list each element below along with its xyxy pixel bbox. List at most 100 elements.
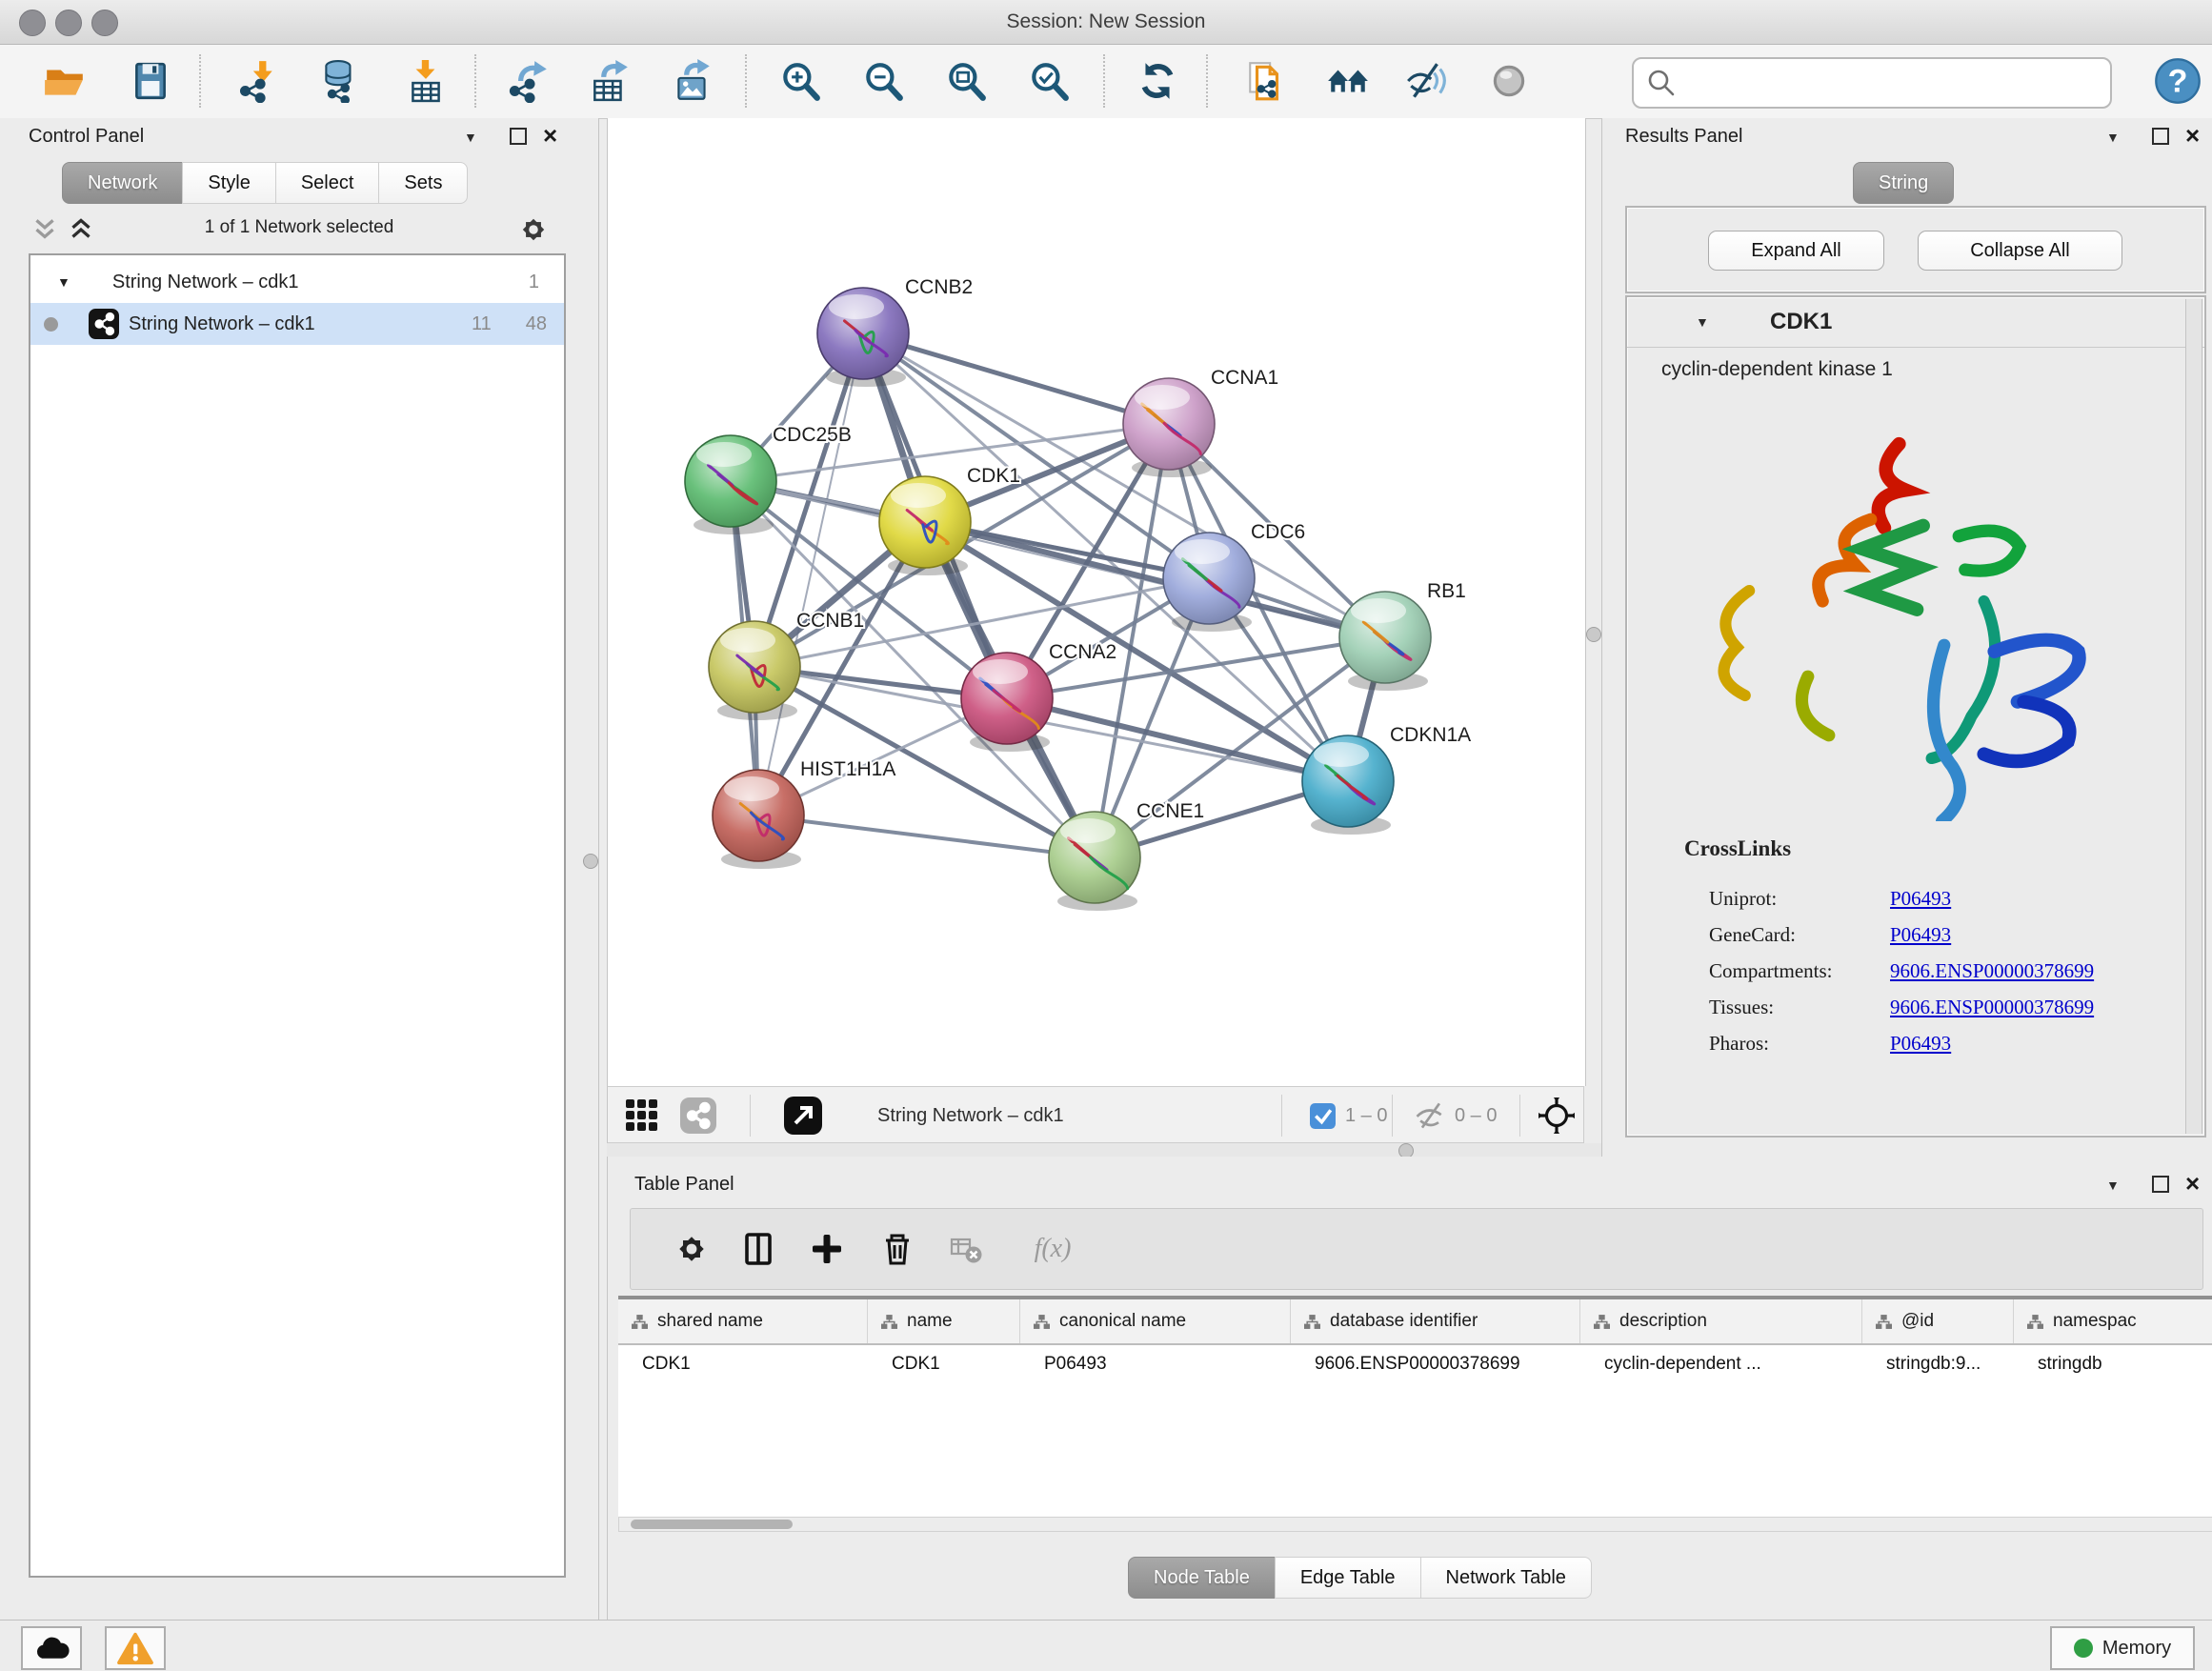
hidden-elements-indicator[interactable]: 0 – 0 xyxy=(1413,1087,1497,1144)
network-node-CDK1[interactable]: CDK1 xyxy=(879,465,1020,575)
zoom-out-button[interactable] xyxy=(855,52,912,110)
control-panel-close-button[interactable]: × xyxy=(543,126,557,145)
table-horizontal-scrollbar[interactable] xyxy=(618,1517,2212,1532)
first-neighbors-button[interactable] xyxy=(1238,52,1296,110)
tab-network-table[interactable]: Network Table xyxy=(1420,1557,1592,1599)
network-node-CCNA2[interactable]: CCNA2 xyxy=(961,641,1116,752)
export-image-button[interactable] xyxy=(664,52,721,110)
collection-caret-icon[interactable]: ▼ xyxy=(57,274,70,290)
network-node-CCNE1[interactable]: CCNE1 xyxy=(1049,800,1204,911)
results-panel-title: Results Panel xyxy=(1625,126,1742,148)
export-network-button[interactable] xyxy=(500,52,557,110)
hide-details-button[interactable] xyxy=(1398,52,1455,110)
show-details-button[interactable] xyxy=(1480,52,1538,110)
table-row[interactable]: CDK1CDK1P064939606.ENSP00000378699cyclin… xyxy=(618,1345,2212,1383)
column-header-shared-name[interactable]: shared name xyxy=(618,1299,868,1343)
nested-networks-button[interactable] xyxy=(1319,52,1377,110)
crosslink-link[interactable]: 9606.ENSP00000378699 xyxy=(1890,959,2094,983)
tab-select[interactable]: Select xyxy=(275,162,380,204)
network-node-CDC6[interactable]: CDC6 xyxy=(1163,521,1305,632)
zoom-selected-button[interactable] xyxy=(1020,52,1077,110)
results-panel-maximize-button[interactable] xyxy=(2152,128,2169,145)
table-cell[interactable]: 9606.ENSP00000378699 xyxy=(1291,1345,1580,1383)
cloud-status-button[interactable] xyxy=(21,1626,82,1670)
network-row-selected[interactable]: String Network – cdk1 11 48 xyxy=(30,303,564,345)
network-node-CDKN1A[interactable]: CDKN1A xyxy=(1302,724,1471,835)
search-field[interactable] xyxy=(1632,57,2112,109)
results-scrollbar[interactable] xyxy=(2185,299,2202,1134)
column-header-database-identifier[interactable]: database identifier xyxy=(1291,1299,1580,1343)
network-edge[interactable] xyxy=(1007,698,1348,781)
selected-nodes-indicator[interactable]: 1 – 0 xyxy=(1310,1087,1387,1144)
birdseye-view-button[interactable] xyxy=(625,1087,659,1144)
expand-all-button[interactable]: Expand All xyxy=(1708,231,1884,271)
delete-column-button[interactable] xyxy=(871,1222,924,1276)
open-session-button[interactable] xyxy=(36,52,93,110)
collapse-all-button[interactable]: Collapse All xyxy=(1918,231,2122,271)
tab-string[interactable]: String xyxy=(1853,162,1954,204)
import-network-from-database-button[interactable] xyxy=(312,52,369,110)
table-panel-maximize-button[interactable] xyxy=(2152,1176,2169,1193)
network-node-RB1[interactable]: RB1 xyxy=(1339,580,1466,691)
column-header-canonical-name[interactable]: canonical name xyxy=(1020,1299,1291,1343)
table-cell[interactable]: P06493 xyxy=(1020,1345,1291,1383)
help-button[interactable]: ? xyxy=(2149,52,2206,110)
results-panel-close-button[interactable]: × xyxy=(2185,126,2200,145)
tab-network[interactable]: Network xyxy=(62,162,183,204)
table-cell[interactable]: CDK1 xyxy=(868,1345,1020,1383)
refresh-layout-button[interactable] xyxy=(1129,52,1186,110)
tab-style[interactable]: Style xyxy=(182,162,275,204)
network-badge-button[interactable] xyxy=(680,1087,716,1144)
network-edge[interactable] xyxy=(863,333,1169,424)
tab-edge-table[interactable]: Edge Table xyxy=(1275,1557,1421,1599)
protein-collapse-caret[interactable]: ▼ xyxy=(1696,314,1709,330)
tab-node-table[interactable]: Node Table xyxy=(1128,1557,1276,1599)
open-in-new-window-button[interactable] xyxy=(784,1087,822,1144)
show-columns-button[interactable] xyxy=(732,1222,785,1276)
left-splitter-handle[interactable] xyxy=(583,854,598,869)
network-node-CCNA1[interactable]: CCNA1 xyxy=(1123,367,1278,477)
network-collection-row[interactable]: ▼ String Network – cdk1 1 xyxy=(30,261,564,303)
fit-selection-button[interactable] xyxy=(1537,1087,1577,1144)
network-share-icon xyxy=(89,309,119,339)
crosslink-link[interactable]: 9606.ENSP00000378699 xyxy=(1890,996,2094,1019)
table-cell[interactable]: CDK1 xyxy=(618,1345,868,1383)
table-cell[interactable]: stringdb xyxy=(2014,1345,2212,1383)
results-panel-float-button[interactable]: ▼ xyxy=(2106,130,2120,145)
right-splitter-handle[interactable] xyxy=(1586,627,1601,642)
column-header-namespac[interactable]: namespac xyxy=(2014,1299,2212,1343)
crosslink-link[interactable]: P06493 xyxy=(1890,1032,1951,1056)
network-node-CCNB2[interactable]: CCNB2 xyxy=(817,276,973,387)
crosslink-link[interactable]: P06493 xyxy=(1890,887,1951,911)
warning-status-button[interactable] xyxy=(105,1626,166,1670)
import-table-button[interactable] xyxy=(397,52,454,110)
memory-button[interactable]: Memory xyxy=(2050,1626,2195,1670)
crosslink-link[interactable]: P06493 xyxy=(1890,923,1951,947)
search-input[interactable] xyxy=(1685,71,2110,94)
table-settings-button[interactable] xyxy=(665,1222,718,1276)
function-builder-button[interactable]: f(x) xyxy=(1010,1222,1096,1276)
scrollbar-thumb[interactable] xyxy=(631,1520,793,1529)
control-panel-maximize-button[interactable] xyxy=(510,128,527,145)
import-network-button[interactable] xyxy=(229,52,286,110)
control-panel-float-button[interactable]: ▼ xyxy=(464,130,477,145)
network-node-CCNB1[interactable]: CCNB1 xyxy=(709,610,864,720)
zoom-fit-button[interactable] xyxy=(937,52,995,110)
create-column-button[interactable] xyxy=(800,1222,854,1276)
column-header-name[interactable]: name xyxy=(868,1299,1020,1343)
table-cell[interactable]: cyclin-dependent ... xyxy=(1580,1345,1862,1383)
network-edge[interactable] xyxy=(758,815,1095,857)
save-session-button[interactable] xyxy=(122,52,179,110)
network-canvas[interactable]: CCNB2CCNA1CDC25BCDK1CDC6RB1CCNB1CCNA2CDK… xyxy=(607,118,1586,1086)
table-panel-float-button[interactable]: ▼ xyxy=(2106,1178,2120,1193)
column-header-description[interactable]: description xyxy=(1580,1299,1862,1343)
column-header-@id[interactable]: @id xyxy=(1862,1299,2014,1343)
table-panel-close-button[interactable]: × xyxy=(2185,1174,2200,1193)
tab-sets[interactable]: Sets xyxy=(378,162,468,204)
export-table-button[interactable] xyxy=(581,52,638,110)
network-options-gear-icon[interactable] xyxy=(517,213,550,246)
network-node-HIST1H1A[interactable]: HIST1H1A xyxy=(713,758,895,869)
zoom-in-button[interactable] xyxy=(772,52,829,110)
table-cell[interactable]: stringdb:9... xyxy=(1862,1345,2014,1383)
delete-table-button[interactable] xyxy=(939,1222,993,1276)
